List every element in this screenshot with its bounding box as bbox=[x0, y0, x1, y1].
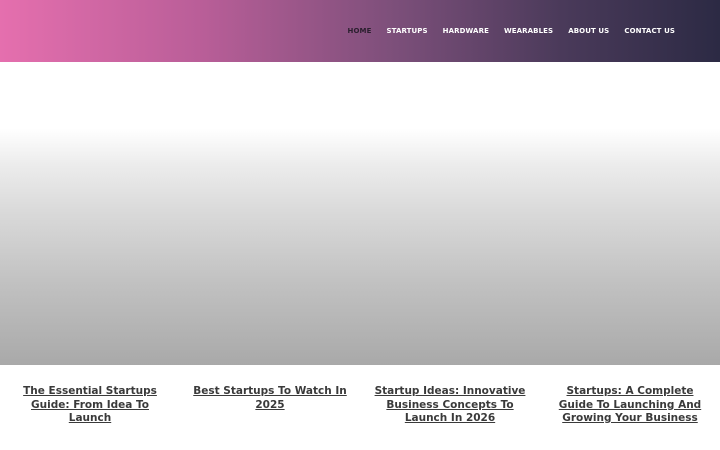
hero-banner bbox=[0, 62, 720, 365]
main-nav: HOME STARTUPS HARDWARE WEARABLES ABOUT U… bbox=[340, 0, 683, 62]
nav-item-contact-us[interactable]: CONTACT US bbox=[617, 27, 683, 35]
post-title-link[interactable]: Best Startups To Watch In 2025 bbox=[192, 385, 348, 412]
post-title-link[interactable]: The Essential Startups Guide: From Idea … bbox=[12, 385, 168, 426]
nav-item-about-us[interactable]: ABOUT US bbox=[561, 27, 617, 35]
post-title-link[interactable]: Startup Ideas: Innovative Business Conce… bbox=[372, 385, 528, 426]
post-title-link[interactable]: Startups: A Complete Guide To Launching … bbox=[552, 385, 708, 426]
page: HOME STARTUPS HARDWARE WEARABLES ABOUT U… bbox=[0, 0, 720, 450]
nav-item-wearables[interactable]: WEARABLES bbox=[496, 27, 560, 35]
post-card: The Essential Startups Guide: From Idea … bbox=[0, 385, 180, 426]
nav-item-home[interactable]: HOME bbox=[340, 27, 379, 35]
post-list: The Essential Startups Guide: From Idea … bbox=[0, 385, 720, 426]
post-card: Startup Ideas: Innovative Business Conce… bbox=[360, 385, 540, 426]
post-card: Startups: A Complete Guide To Launching … bbox=[540, 385, 720, 426]
nav-item-startups[interactable]: STARTUPS bbox=[379, 27, 435, 35]
post-card: Best Startups To Watch In 2025 bbox=[180, 385, 360, 426]
site-header: HOME STARTUPS HARDWARE WEARABLES ABOUT U… bbox=[0, 0, 720, 62]
nav-item-hardware[interactable]: HARDWARE bbox=[435, 27, 496, 35]
